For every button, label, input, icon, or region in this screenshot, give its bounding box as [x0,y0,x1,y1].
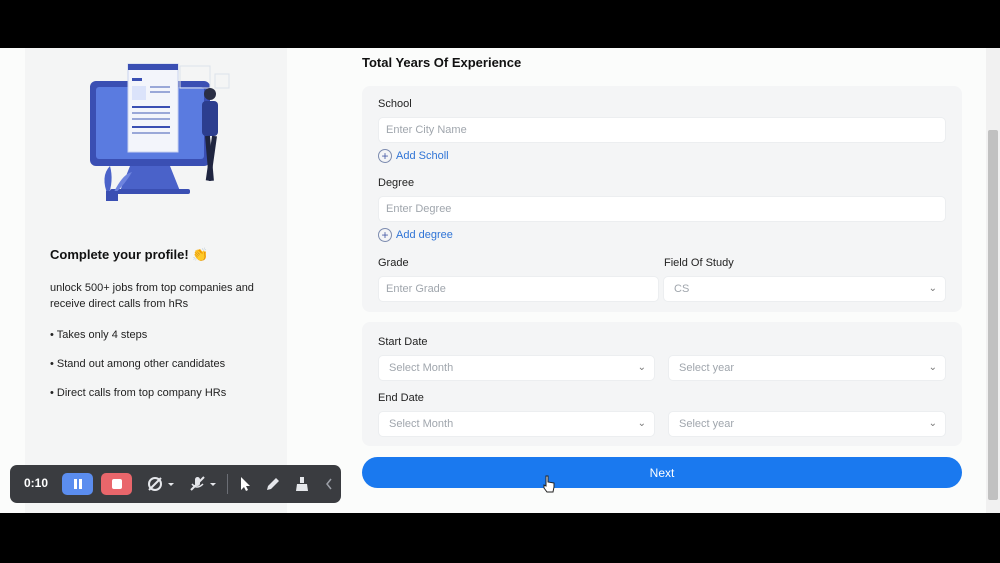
mic-off-icon[interactable] [189,476,217,492]
end-month-placeholder: Select Month [389,418,454,430]
unlock-jobs-text: unlock 500+ jobs from top companies and … [50,282,254,310]
bullet-item: • Stand out among other candidates [50,358,226,370]
browser-viewport: Complete your profile! 👏 unlock 500+ job… [0,48,1000,513]
profile-illustration [90,63,230,201]
stop-button[interactable] [101,473,132,495]
chevron-down-icon: ⌄ [928,362,937,373]
start-month-placeholder: Select Month [389,362,454,374]
pause-icon [73,479,82,489]
chevron-down-icon: ⌄ [928,418,937,429]
camera-off-icon[interactable] [147,476,175,492]
chevron-down-icon: ⌄ [637,362,646,373]
section-title: Total Years Of Experience [362,55,522,70]
school-input[interactable]: Enter City Name [378,117,946,143]
pause-button[interactable] [62,473,93,495]
eraser-icon[interactable] [294,476,310,492]
field-of-study-select[interactable]: CS ⌄ [663,276,946,302]
degree-label: Degree [378,177,415,189]
field-of-study-label: Field Of Study [664,257,734,269]
dates-card: Start Date Select Month ⌄ Select year ⌄ … [362,322,962,446]
field-of-study-value: CS [674,283,690,295]
start-year-placeholder: Select year [679,362,735,374]
school-label: School [378,98,412,110]
toolbar-divider [227,474,228,494]
end-month-select[interactable]: Select Month ⌄ [378,411,655,437]
education-card: School Enter City Name + Add Scholl Degr… [362,86,962,312]
bullet-item: • Takes only 4 steps [50,329,148,341]
end-year-placeholder: Select year [679,418,735,430]
pointer-icon[interactable] [238,476,252,492]
mouse-cursor-icon [543,475,555,493]
start-date-label: Start Date [378,336,428,348]
grade-label: Grade [378,257,409,269]
complete-profile-heading: Complete your profile! 👏 [50,247,209,262]
plus-icon: + [378,228,392,242]
end-date-label: End Date [378,392,424,404]
add-school-label: Add Scholl [396,150,449,162]
screen-recorder-toolbar: 0:10 [10,465,341,503]
recording-timer: 0:10 [24,476,49,490]
bullet-item: • Direct calls from top company HRs [50,387,227,399]
education-form: Total Years Of Experience School Enter C… [362,48,962,513]
add-school-link[interactable]: + Add Scholl [378,149,449,163]
end-year-select[interactable]: Select year ⌄ [668,411,946,437]
next-button[interactable]: Next [362,457,962,488]
chevron-down-icon: ⌄ [637,418,646,429]
pen-icon[interactable] [265,476,281,492]
onboarding-side-panel: Complete your profile! 👏 unlock 500+ job… [25,48,287,513]
start-month-select[interactable]: Select Month ⌄ [378,355,655,381]
add-degree-label: Add degree [396,229,453,241]
grade-input[interactable]: Enter Grade [378,276,659,302]
start-year-select[interactable]: Select year ⌄ [668,355,946,381]
chevron-left-icon[interactable] [325,478,333,490]
chevron-down-icon: ⌄ [928,283,937,294]
stop-icon [111,479,122,489]
plus-icon: + [378,149,392,163]
degree-input[interactable]: Enter Degree [378,196,946,222]
scrollbar-thumb[interactable] [988,130,998,500]
add-degree-link[interactable]: + Add degree [378,228,453,242]
